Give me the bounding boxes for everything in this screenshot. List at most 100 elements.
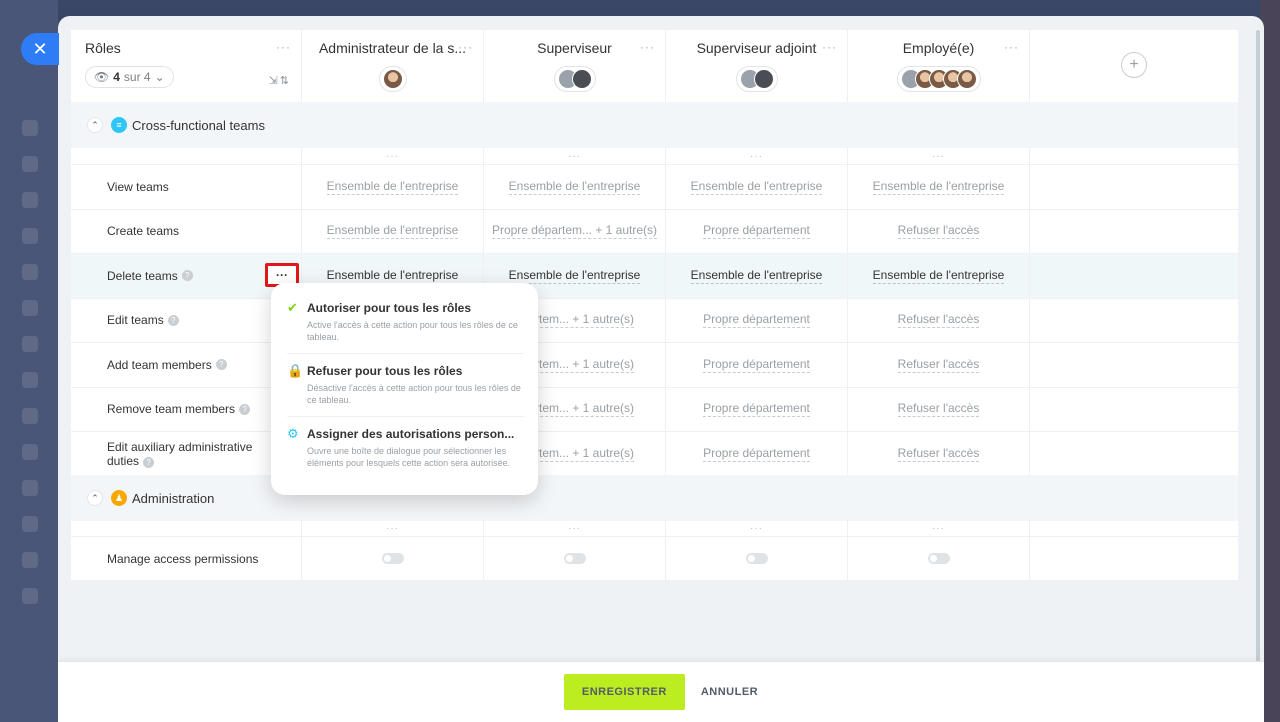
vertical-scrollbar[interactable] — [1256, 30, 1260, 704]
permission-toggle[interactable] — [381, 553, 404, 565]
section-administration[interactable]: ⌃ ♟ Administration — [71, 475, 1238, 521]
value-label: Propre département — [703, 223, 810, 240]
value-label: Refuser l'accès — [897, 356, 980, 373]
role-avatars[interactable] — [553, 66, 596, 92]
help-icon[interactable]: ? — [181, 270, 193, 282]
cancel-button[interactable]: ANNULER — [701, 686, 758, 698]
permission-value[interactable]: Ensemble de l'entreprise — [302, 209, 484, 253]
permission-value[interactable]: Ensemble de l'entreprise — [484, 165, 666, 209]
chevron-down-icon: ⌄ — [154, 70, 165, 84]
permission-toggle[interactable] — [745, 553, 768, 565]
sort-icons[interactable]: ⇲⇅ — [269, 74, 291, 87]
column-actions-icon[interactable]: ··· — [302, 520, 484, 536]
menu-item-allow-all[interactable]: ✔ Autoriser pour tous les rôles Active l… — [287, 291, 524, 354]
avatar — [382, 69, 403, 89]
column-more-icon[interactable]: ··· — [1004, 40, 1019, 54]
close-icon: ✕ — [32, 38, 48, 59]
permission-label: Add team members — [107, 357, 212, 372]
role-column-header[interactable]: Administrateur de la s... ··· — [302, 30, 484, 102]
role-column-header[interactable]: Employé(e) ··· — [848, 30, 1030, 102]
column-actions-icon[interactable]: ··· — [848, 148, 1030, 164]
permission-value[interactable]: Refuser l'accès — [848, 387, 1030, 431]
permission-row-edit-auxiliary-duties: Edit auxiliary administrative duties? ép… — [71, 431, 1238, 476]
help-icon[interactable]: ? — [215, 359, 227, 371]
permission-value[interactable]: Propre départem... + 1 autre(s) — [484, 209, 666, 253]
menu-item-deny-all[interactable]: 🔒 Refuser pour tous les rôles Désactive … — [287, 354, 524, 417]
help-icon[interactable]: ? — [239, 403, 251, 415]
permission-value[interactable]: Ensemble de l'entreprise — [666, 254, 848, 298]
permissions-slider: Rôles ··· 👁 4 sur 4 ⌄ ⇲⇅ Administrateur … — [58, 16, 1264, 722]
permission-label: duties — [107, 453, 140, 468]
permission-row-delete-teams: Delete teams? ··· Ensemble de l'entrepri… — [71, 253, 1238, 298]
value-label: Refuser l'accès — [897, 223, 980, 240]
empty-cell — [1030, 148, 1238, 164]
roles-filter-pill[interactable]: 👁 4 sur 4 ⌄ — [85, 66, 174, 88]
permission-value[interactable]: Ensemble de l'entreprise — [848, 254, 1030, 298]
value-label: Ensemble de l'entreprise — [690, 178, 823, 195]
value-label: Propre départem... + 1 autre(s) — [491, 223, 658, 240]
value-label: Ensemble de l'entreprise — [326, 267, 459, 284]
empty-cell — [71, 520, 302, 536]
column-more-icon[interactable]: ··· — [822, 40, 837, 54]
empty-cell — [71, 148, 302, 164]
role-column-header[interactable]: Superviseur adjoint ··· — [666, 30, 848, 102]
menu-item-custom-permissions[interactable]: ⚙ Assigner des autorisations person... O… — [287, 417, 524, 479]
permission-label: View teams — [71, 165, 302, 209]
bg-nav-icon — [22, 552, 38, 568]
save-button[interactable]: ENREGISTRER — [563, 674, 685, 710]
permission-value[interactable]: Propre département — [666, 298, 848, 342]
role-avatars[interactable] — [896, 66, 981, 92]
column-more-icon[interactable]: ··· — [640, 40, 655, 54]
group-actions-row: ··· ··· ··· ··· — [71, 520, 1238, 536]
section-title: Cross-functional teams — [132, 117, 265, 133]
bg-nav-icon — [22, 336, 38, 352]
avatar — [956, 69, 977, 89]
permission-value[interactable]: Refuser l'accès — [848, 432, 1030, 476]
role-title: Employé(e) — [902, 40, 975, 56]
column-actions-icon[interactable]: ··· — [302, 148, 484, 164]
empty-cell — [1030, 299, 1238, 343]
column-actions-icon[interactable]: ··· — [666, 520, 848, 536]
add-role-button[interactable]: + — [1121, 52, 1147, 78]
help-icon[interactable]: ? — [167, 314, 179, 326]
avatar — [753, 69, 774, 89]
chevron-up-icon[interactable]: ⌃ — [87, 490, 103, 506]
permission-value[interactable]: Propre département — [666, 432, 848, 476]
column-actions-icon[interactable]: ··· — [484, 520, 666, 536]
bg-nav-icon — [22, 156, 38, 172]
permission-value[interactable]: Ensemble de l'entreprise — [666, 165, 848, 209]
close-slider-button[interactable]: ✕ — [21, 33, 59, 65]
permission-toggle[interactable] — [927, 553, 950, 565]
permission-label: Delete teams — [107, 268, 178, 283]
empty-cell — [1030, 165, 1238, 209]
permission-value[interactable]: Refuser l'accès — [848, 343, 1030, 387]
filter-total: sur 4 — [123, 70, 151, 84]
add-role-cell: + — [1030, 30, 1238, 102]
permission-toggle[interactable] — [563, 553, 586, 565]
role-avatars[interactable] — [735, 66, 778, 92]
permission-value[interactable]: Propre département — [666, 209, 848, 253]
permission-value[interactable]: Refuser l'accès — [848, 298, 1030, 342]
permission-value[interactable]: Ensemble de l'entreprise — [302, 165, 484, 209]
chevron-up-icon[interactable]: ⌃ — [87, 117, 103, 133]
column-more-icon[interactable]: ··· — [458, 40, 473, 54]
permission-label: Edit auxiliary administrative — [107, 439, 253, 454]
menu-item-title: Refuser pour tous les rôles — [307, 364, 463, 378]
bg-nav-icon — [22, 408, 38, 424]
value-label: Propre département — [703, 401, 810, 418]
menu-item-description: Ouvre une boîte de dialogue pour sélecti… — [307, 446, 511, 468]
role-avatars[interactable] — [378, 66, 407, 92]
footer-bar: ENREGISTRER ANNULER — [58, 661, 1264, 722]
permission-value[interactable]: Refuser l'accès — [848, 209, 1030, 253]
column-actions-icon[interactable]: ··· — [484, 148, 666, 164]
permission-value[interactable]: Ensemble de l'entreprise — [848, 165, 1030, 209]
column-actions-icon[interactable]: ··· — [666, 148, 848, 164]
section-cross-functional-teams[interactable]: ⌃ ≡ Cross-functional teams — [71, 102, 1238, 148]
help-icon[interactable]: ? — [143, 457, 155, 468]
roles-more-icon[interactable]: ··· — [276, 40, 291, 54]
eye-icon: 👁 — [94, 70, 110, 84]
permission-value[interactable]: Propre département — [666, 343, 848, 387]
permission-value[interactable]: Propre département — [666, 387, 848, 431]
role-column-header[interactable]: Superviseur ··· — [484, 30, 666, 102]
column-actions-icon[interactable]: ··· — [848, 520, 1030, 536]
